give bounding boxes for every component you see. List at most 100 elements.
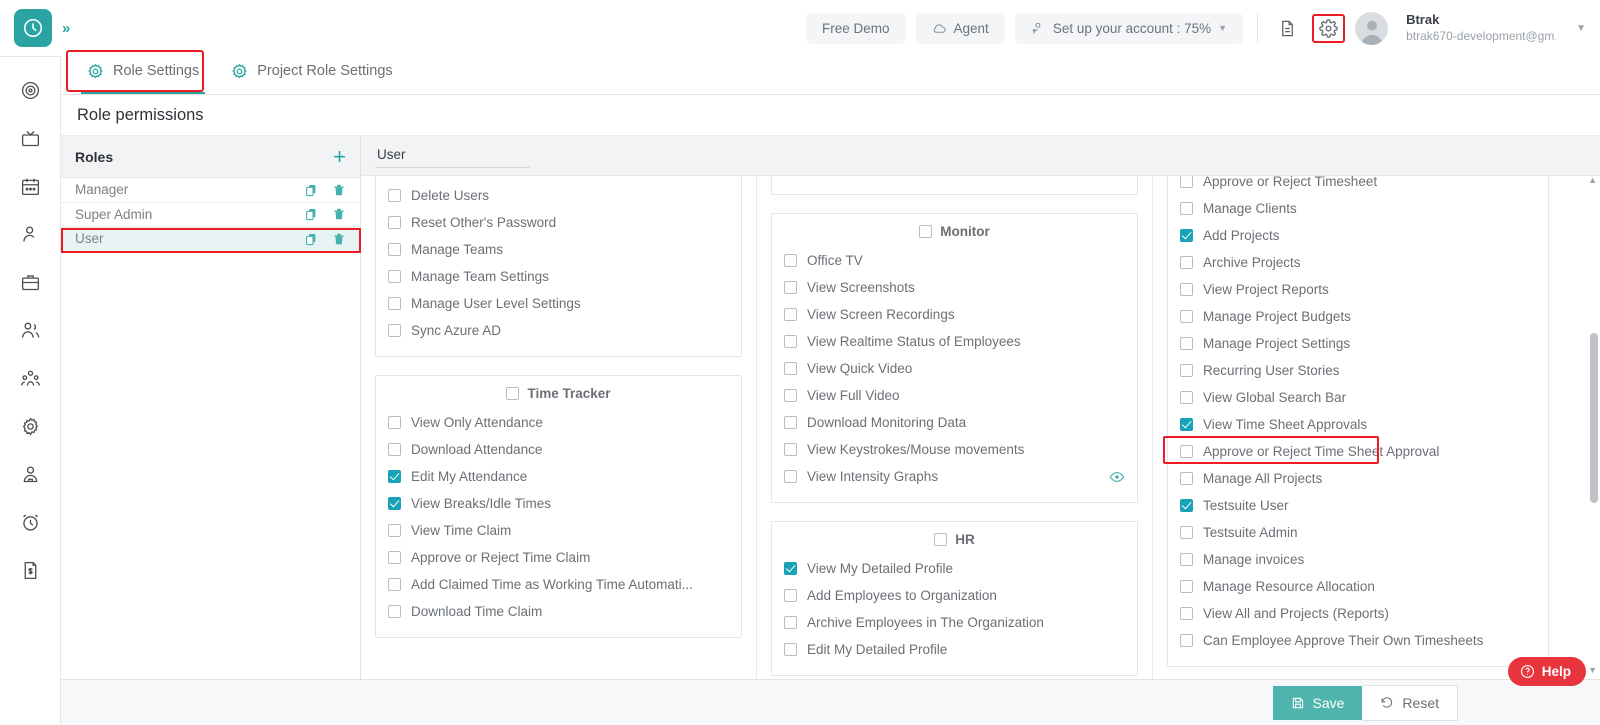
permission-checkbox[interactable] <box>388 416 401 429</box>
permission-row[interactable]: Approve or Reject Timesheet <box>1180 176 1536 195</box>
permission-checkbox[interactable] <box>1180 499 1193 512</box>
permission-checkbox[interactable] <box>1180 526 1193 539</box>
permission-row[interactable]: Archive Projects <box>1180 249 1536 276</box>
permission-checkbox[interactable] <box>1180 229 1193 242</box>
permission-row[interactable]: Download Monitoring Data <box>784 409 1125 436</box>
delete-role-icon[interactable] <box>332 183 346 197</box>
permission-checkbox[interactable] <box>1180 553 1193 566</box>
permission-checkbox[interactable] <box>388 270 401 283</box>
calendar-icon[interactable] <box>15 171 45 201</box>
permission-checkbox[interactable] <box>388 497 401 510</box>
tab-role-settings[interactable]: Role Settings <box>73 48 213 94</box>
permission-row[interactable]: Download Attendance <box>388 436 729 463</box>
permission-row[interactable]: View Full Video <box>784 382 1125 409</box>
permission-row[interactable]: Manage Project Settings <box>1180 330 1536 357</box>
permission-row[interactable]: Edit My Attendance <box>388 463 729 490</box>
permission-checkbox[interactable] <box>1180 337 1193 350</box>
permission-checkbox[interactable] <box>388 216 401 229</box>
reset-button[interactable]: Reset <box>1362 684 1458 721</box>
save-button[interactable]: Save <box>1272 685 1363 720</box>
alarm-clock-icon[interactable] <box>15 507 45 537</box>
permission-row[interactable]: Manage Team Settings <box>388 263 729 290</box>
help-button[interactable]: Help <box>1507 657 1586 686</box>
add-role-button[interactable]: + <box>333 145 346 168</box>
delete-role-icon[interactable] <box>332 207 346 221</box>
permission-row[interactable]: View Only Attendance <box>388 409 729 436</box>
permission-row[interactable]: Manage Clients <box>1180 195 1536 222</box>
permission-row[interactable]: Office TV <box>784 247 1125 274</box>
permission-checkbox[interactable] <box>784 335 797 348</box>
permission-row[interactable]: Archive Employees in The Organization <box>784 609 1125 636</box>
permission-checkbox[interactable] <box>1180 607 1193 620</box>
permission-row[interactable]: Manage All Projects <box>1180 465 1536 492</box>
permission-row[interactable]: Manage Project Budgets <box>1180 303 1536 330</box>
permission-row[interactable]: Manage Teams <box>388 236 729 263</box>
permission-row[interactable]: Add Claimed Time as Working Time Automat… <box>388 571 729 598</box>
permission-checkbox[interactable] <box>1180 256 1193 269</box>
permission-checkbox[interactable] <box>784 443 797 456</box>
permission-row[interactable]: Testsuite User <box>1180 492 1536 519</box>
permission-row[interactable]: Add Projects <box>1180 222 1536 249</box>
permission-row[interactable]: View Keystrokes/Mouse movements <box>784 436 1125 463</box>
permission-row[interactable]: View Time Sheet Approvals <box>1180 411 1536 438</box>
scroll-up-arrow-icon[interactable]: ▲ <box>1588 175 1597 185</box>
sidebar-expand-icon[interactable]: » <box>62 20 70 37</box>
permission-row[interactable]: View Project Reports <box>1180 276 1536 303</box>
permission-checkbox[interactable] <box>934 533 948 546</box>
eye-icon[interactable] <box>1109 469 1125 485</box>
permission-checkbox[interactable] <box>784 643 797 656</box>
role-row[interactable]: Manager <box>61 178 360 203</box>
dashboard-icon[interactable] <box>15 75 45 105</box>
free-demo-button[interactable]: Free Demo <box>806 12 906 44</box>
permission-checkbox[interactable] <box>919 225 933 238</box>
permission-row[interactable]: Can Employee Approve Their Own Timesheet… <box>1180 627 1536 654</box>
permission-row[interactable]: Manage invoices <box>1180 546 1536 573</box>
permission-checkbox[interactable] <box>1180 391 1193 404</box>
duplicate-role-icon[interactable] <box>304 207 318 221</box>
scrollbar-thumb[interactable] <box>1590 333 1598 503</box>
permission-row[interactable]: Add Employees to Organization <box>784 582 1125 609</box>
permission-checkbox[interactable] <box>1180 202 1193 215</box>
user-menu-chevron-icon[interactable]: ▼ <box>1576 23 1586 34</box>
permission-checkbox[interactable] <box>1180 445 1193 458</box>
permission-checkbox[interactable] <box>784 308 797 321</box>
permission-row[interactable]: View All and Projects (Reports) <box>1180 600 1536 627</box>
agent-button[interactable]: Agent <box>915 12 1005 44</box>
people-icon[interactable] <box>15 315 45 345</box>
permission-checkbox[interactable] <box>388 189 401 202</box>
permission-checkbox[interactable] <box>784 416 797 429</box>
permission-checkbox[interactable] <box>388 243 401 256</box>
permission-checkbox[interactable] <box>388 578 401 591</box>
permission-checkbox[interactable] <box>784 254 797 267</box>
permission-row[interactable]: View Screenshots <box>784 274 1125 301</box>
user-profile-icon[interactable] <box>15 459 45 489</box>
permission-row[interactable]: View Past Data <box>784 176 1125 182</box>
delete-role-icon[interactable] <box>332 232 346 246</box>
permission-checkbox[interactable] <box>1180 418 1193 431</box>
settings-gear-highlight[interactable] <box>1312 13 1346 43</box>
permission-row[interactable]: Approve or Reject Time Claim <box>388 544 729 571</box>
permission-row[interactable]: Delete Users <box>388 182 729 209</box>
permission-checkbox[interactable] <box>784 362 797 375</box>
permission-row[interactable]: View Screen Recordings <box>784 301 1125 328</box>
permission-row[interactable]: View Breaks/Idle Times <box>388 490 729 517</box>
permission-checkbox[interactable] <box>388 443 401 456</box>
permission-checkbox[interactable] <box>1180 364 1193 377</box>
office-tv-icon[interactable] <box>15 123 45 153</box>
permission-row[interactable]: Manage User Level Settings <box>388 290 729 317</box>
role-name-input[interactable] <box>375 143 530 168</box>
permission-checkbox[interactable] <box>388 324 401 337</box>
role-row[interactable]: Super Admin <box>61 203 360 227</box>
permission-row[interactable]: View Global Search Bar <box>1180 384 1536 411</box>
permission-checkbox[interactable] <box>388 524 401 537</box>
permission-row[interactable]: View Realtime Status of Employees <box>784 328 1125 355</box>
permission-row[interactable]: Approve or Reject Time Sheet Approval <box>1180 438 1536 465</box>
permission-row[interactable]: View Quick Video <box>784 355 1125 382</box>
permission-checkbox[interactable] <box>388 605 401 618</box>
permission-row[interactable]: Recurring User Stories <box>1180 357 1536 384</box>
document-icon[interactable] <box>1272 13 1302 43</box>
permission-checkbox[interactable] <box>388 470 401 483</box>
permission-checkbox[interactable] <box>506 387 520 400</box>
organization-icon[interactable] <box>15 363 45 393</box>
permission-row[interactable]: Manage Resource Allocation <box>1180 573 1536 600</box>
